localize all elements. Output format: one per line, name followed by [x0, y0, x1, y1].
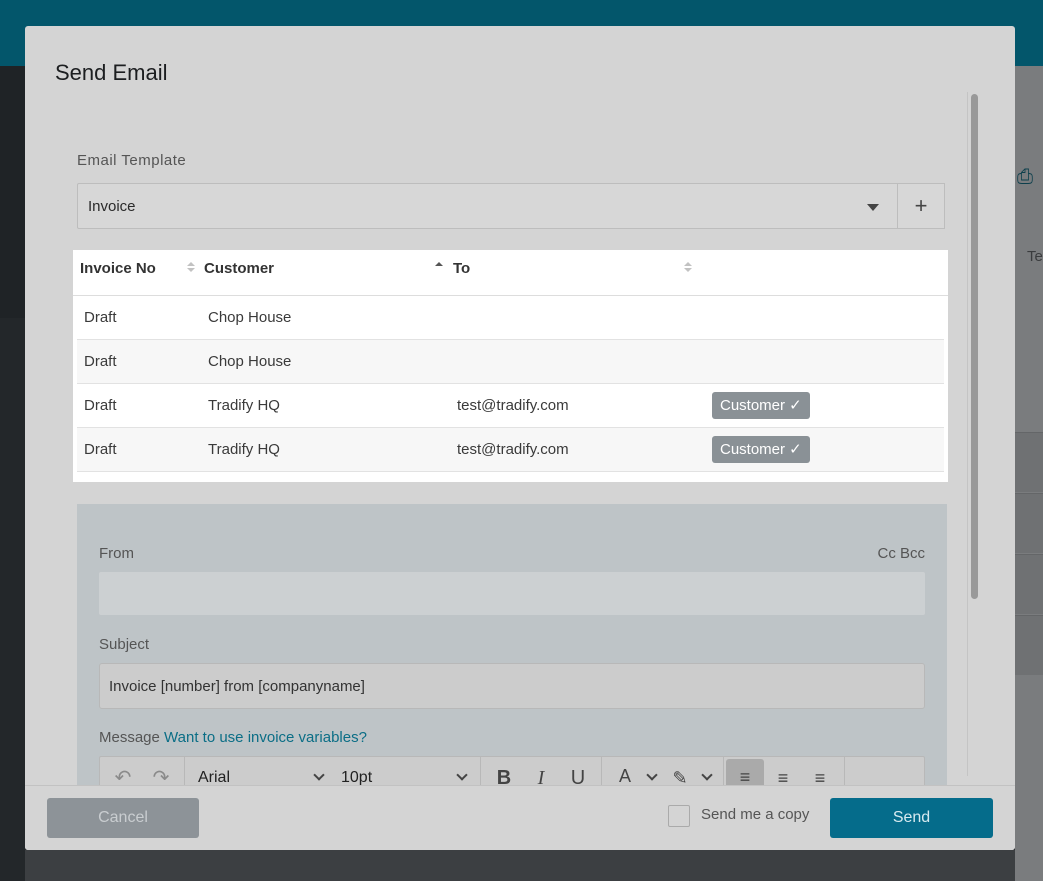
email-template-label: Email Template — [77, 152, 187, 169]
from-field[interactable] — [99, 572, 925, 615]
invoice-no-cell: Draft — [84, 353, 117, 370]
email-compose-panel: From Cc Bcc Subject Invoice [number] fro… — [77, 504, 947, 785]
customer-cell: Chop House — [208, 353, 292, 370]
dialog-body: Email Template Invoice + Invoice No Cust… — [25, 92, 1015, 785]
toolbar-divider — [844, 757, 845, 785]
redo-icon[interactable]: ↷ — [146, 763, 176, 785]
customer-cell: Chop House — [208, 309, 292, 326]
scrollbar-thumb[interactable] — [971, 94, 978, 599]
align-center-icon[interactable]: ≡ — [768, 763, 798, 785]
column-header-customer[interactable]: Customer — [204, 260, 274, 277]
message-label-row: Message Want to use invoice variables? — [99, 729, 367, 746]
background-tab: Te — [1027, 248, 1043, 265]
from-label: From — [99, 545, 134, 562]
sort-icon[interactable] — [684, 262, 692, 274]
app-bottom — [25, 850, 1015, 881]
send-me-a-copy-checkbox[interactable] — [668, 805, 690, 827]
highlighter-icon[interactable]: ✎ — [665, 763, 695, 785]
align-left-icon[interactable]: ≡ — [726, 759, 764, 785]
customer-cell: Tradify HQ — [208, 397, 280, 414]
sort-icon[interactable] — [187, 262, 195, 274]
table-header: Invoice No Customer To — [73, 250, 948, 296]
to-cell: test@tradify.com — [457, 441, 569, 458]
send-me-a-copy-label[interactable]: Send me a copy — [701, 806, 809, 823]
undo-icon[interactable]: ↶ — [108, 763, 138, 785]
underline-button[interactable]: U — [563, 763, 593, 785]
bold-button[interactable]: B — [489, 763, 519, 785]
chevron-down-icon[interactable] — [701, 769, 713, 781]
dialog-footer: Cancel Send me a copy Send — [25, 785, 1015, 850]
app-sidebar-panel — [0, 318, 25, 881]
italic-button[interactable]: I — [526, 763, 556, 785]
to-cell: test@tradify.com — [457, 397, 569, 414]
app-content-edge: ⎙ Te — [1015, 66, 1043, 881]
email-template-value: Invoice — [88, 198, 136, 215]
email-template-select[interactable]: Invoice — [77, 183, 898, 229]
subject-value: Invoice [number] from [companyname] — [109, 678, 365, 695]
editor-toolbar: ↶ ↷ Arial 10pt B I U A ✎ ≡ ≡ ≡ — [99, 756, 925, 785]
font-family-select[interactable]: Arial — [198, 769, 230, 785]
dialog-title: Send Email — [55, 60, 168, 85]
column-header-invoice-no[interactable]: Invoice No — [80, 260, 156, 277]
background-row — [1015, 493, 1043, 553]
align-right-icon[interactable]: ≡ — [805, 763, 835, 785]
subject-label: Subject — [99, 636, 150, 653]
send-button[interactable]: Send — [830, 798, 993, 838]
message-label: Message — [99, 729, 160, 746]
invoice-no-cell: Draft — [84, 309, 117, 326]
table-row[interactable]: Draft Chop House — [77, 296, 944, 340]
caret-down-icon — [867, 204, 879, 211]
customer-cell: Tradify HQ — [208, 441, 280, 458]
print-icon: ⎙ — [1017, 166, 1033, 188]
column-header-to[interactable]: To — [453, 260, 470, 277]
text-color-button[interactable]: A — [610, 763, 640, 785]
chevron-down-icon[interactable] — [456, 769, 468, 781]
recipient-type-badge[interactable]: Customer ✓ — [712, 392, 810, 419]
toolbar-divider — [723, 757, 724, 785]
recipients-table: Invoice No Customer To Draft Chop House … — [73, 250, 948, 482]
cancel-button[interactable]: Cancel — [47, 798, 199, 838]
subject-field[interactable]: Invoice [number] from [companyname] — [99, 663, 925, 709]
table-row[interactable]: Draft Tradify HQ test@tradify.com Custom… — [77, 428, 944, 472]
recipient-type-badge[interactable]: Customer ✓ — [712, 436, 810, 463]
background-row — [1015, 615, 1043, 675]
chevron-down-icon[interactable] — [313, 769, 325, 781]
table-row[interactable]: Draft Tradify HQ test@tradify.com Custom… — [77, 384, 944, 428]
chevron-down-icon[interactable] — [646, 769, 658, 781]
font-size-select[interactable]: 10pt — [341, 769, 372, 785]
toolbar-divider — [601, 757, 602, 785]
table-row[interactable]: Draft Chop House — [77, 340, 944, 384]
toolbar-divider — [480, 757, 481, 785]
cc-bcc-link[interactable]: Cc Bcc — [877, 545, 925, 562]
background-row — [1015, 554, 1043, 614]
invoice-variables-link[interactable]: Want to use invoice variables? — [164, 729, 367, 746]
background-row — [1015, 432, 1043, 492]
send-email-dialog: Send Email Email Template Invoice + Invo… — [25, 26, 1015, 850]
toolbar-divider — [184, 757, 185, 785]
add-template-button[interactable]: + — [897, 183, 945, 229]
sort-ascending-icon[interactable] — [435, 262, 443, 274]
invoice-no-cell: Draft — [84, 397, 117, 414]
invoice-no-cell: Draft — [84, 441, 117, 458]
